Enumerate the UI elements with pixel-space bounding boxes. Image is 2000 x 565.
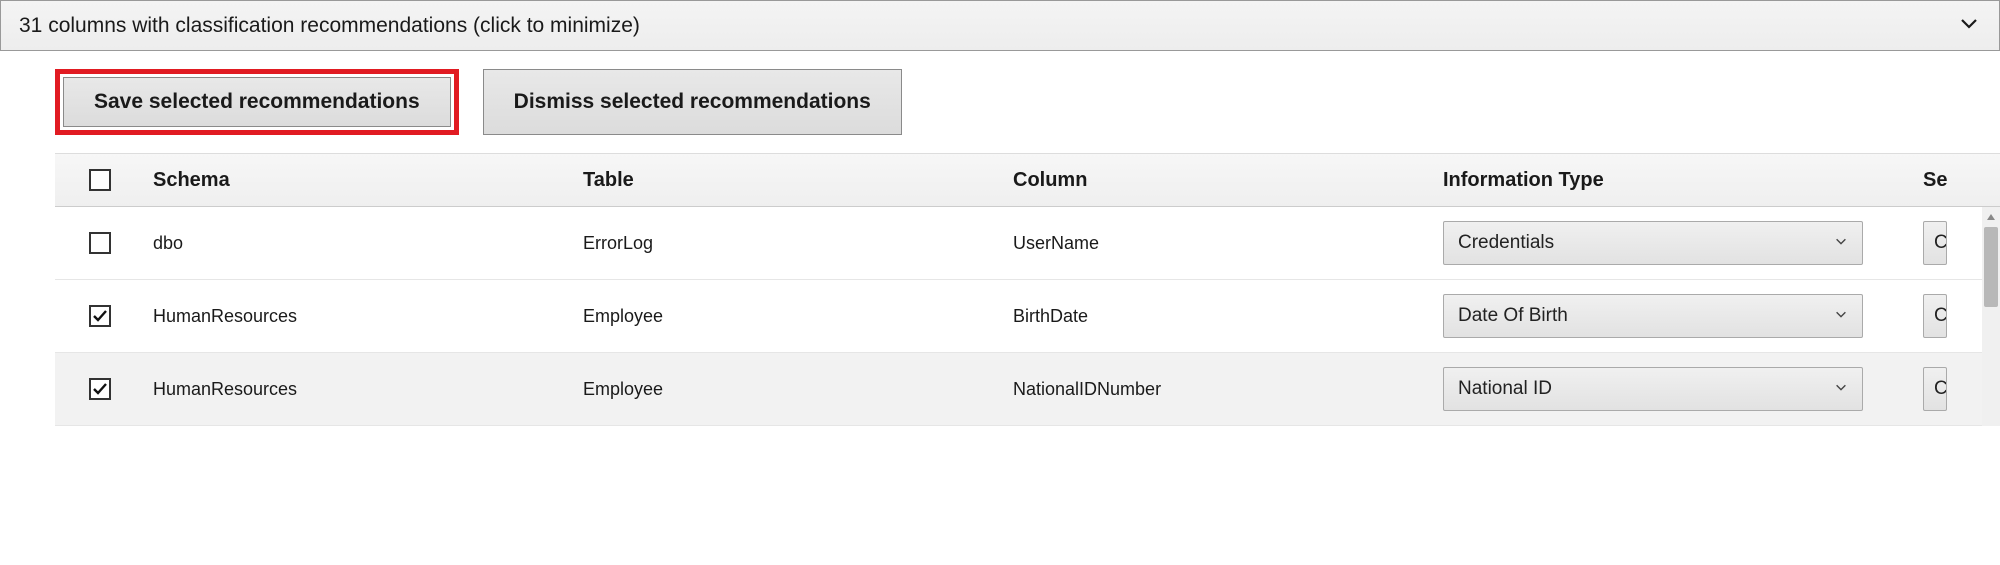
row-column: NationalIDNumber: [1005, 365, 1435, 414]
sensitivity-select-partial[interactable]: C: [1923, 294, 1947, 338]
header-sensitivity-partial[interactable]: Se: [1915, 155, 2000, 206]
row-checkbox[interactable]: [89, 305, 111, 327]
sensitivity-select-partial[interactable]: C: [1923, 221, 1947, 265]
row-column: BirthDate: [1005, 292, 1435, 341]
info-type-select[interactable]: National ID: [1443, 367, 1863, 411]
chevron-down-icon: [1834, 305, 1848, 327]
row-column: UserName: [1005, 219, 1435, 268]
chevron-down-icon: [1834, 378, 1848, 400]
header-info-type[interactable]: Information Type: [1435, 155, 1915, 206]
row-table: Employee: [575, 292, 1005, 341]
header-table[interactable]: Table: [575, 155, 1005, 206]
sensitivity-select-partial[interactable]: C: [1923, 367, 1947, 411]
info-type-select[interactable]: Date Of Birth: [1443, 294, 1863, 338]
row-checkbox[interactable]: [89, 232, 111, 254]
dismiss-button[interactable]: Dismiss selected recommendations: [483, 69, 902, 135]
recommendations-header[interactable]: 31 columns with classification recommend…: [0, 0, 2000, 51]
info-type-value: National ID: [1458, 378, 1552, 400]
action-toolbar: Save selected recommendations Dismiss se…: [0, 51, 2000, 153]
info-type-value: Date Of Birth: [1458, 305, 1568, 327]
row-schema: dbo: [145, 219, 575, 268]
header-schema[interactable]: Schema: [145, 155, 575, 206]
row-table: ErrorLog: [575, 219, 1005, 268]
info-type-value: Credentials: [1458, 232, 1554, 254]
table-header-row: Schema Table Column Information Type Se: [55, 153, 2000, 207]
table-row: HumanResources Employee NationalIDNumber…: [55, 353, 2000, 426]
scroll-thumb[interactable]: [1984, 227, 1998, 307]
recommendations-title: 31 columns with classification recommend…: [19, 14, 640, 38]
scroll-up-arrow-icon[interactable]: [1982, 207, 2000, 227]
row-schema: HumanResources: [145, 365, 575, 414]
recommendations-table: Schema Table Column Information Type Se …: [55, 153, 2000, 426]
select-all-checkbox[interactable]: [89, 169, 111, 191]
header-column[interactable]: Column: [1005, 155, 1435, 206]
row-checkbox[interactable]: [89, 378, 111, 400]
save-highlight: Save selected recommendations: [55, 69, 459, 135]
table-row: dbo ErrorLog UserName Credentials C: [55, 207, 2000, 280]
table-row: HumanResources Employee BirthDate Date O…: [55, 280, 2000, 353]
save-button[interactable]: Save selected recommendations: [63, 77, 451, 127]
info-type-select[interactable]: Credentials: [1443, 221, 1863, 265]
row-schema: HumanResources: [145, 292, 575, 341]
chevron-down-icon: [1957, 11, 1981, 40]
row-table: Employee: [575, 365, 1005, 414]
chevron-down-icon: [1834, 232, 1848, 254]
vertical-scrollbar[interactable]: [1982, 207, 2000, 426]
